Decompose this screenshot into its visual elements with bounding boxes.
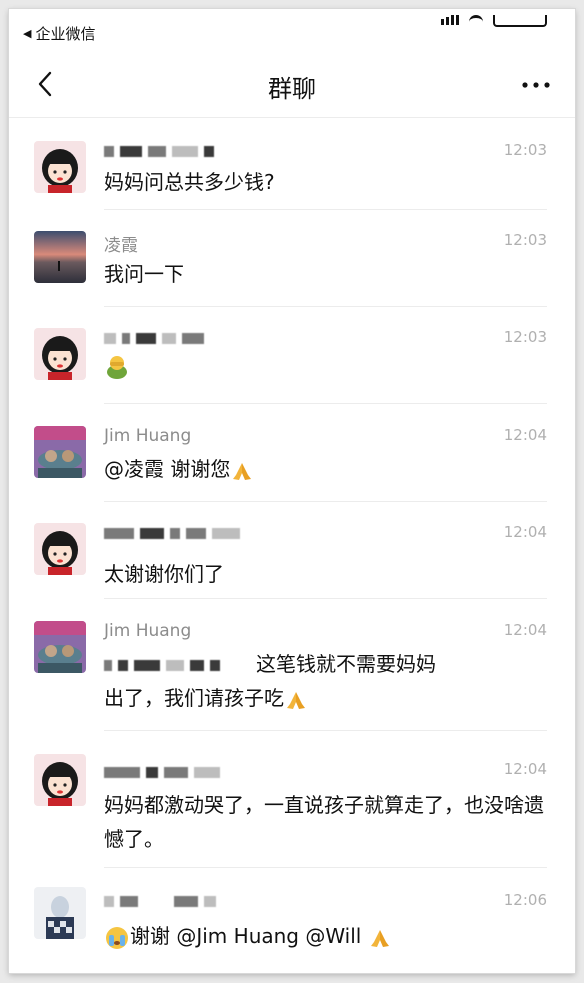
message-body: 谢谢 @Jim Huang @Will xyxy=(130,924,362,948)
message-time: 12:03 xyxy=(503,141,547,159)
message-body-line-2: 出了，我们请孩子吃 xyxy=(104,686,284,710)
pray-emoji-icon xyxy=(287,691,305,709)
redacted-block xyxy=(190,660,204,671)
sender-name xyxy=(104,523,246,543)
message-time: 12:03 xyxy=(503,328,547,346)
redacted-block xyxy=(104,145,114,157)
redacted-block xyxy=(122,332,130,344)
avatar[interactable] xyxy=(34,231,86,283)
redacted-block xyxy=(120,895,138,907)
status-bar: ◀ 企业微信 xyxy=(9,9,575,53)
divider xyxy=(104,306,547,307)
back-app-label: 企业微信 xyxy=(35,25,96,43)
signal-icon xyxy=(441,15,459,25)
redacted-block xyxy=(148,145,166,157)
avatar[interactable] xyxy=(34,621,86,673)
pray-emoji-icon xyxy=(233,462,252,480)
avatar[interactable] xyxy=(34,328,86,380)
battery-icon xyxy=(493,15,547,27)
redacted-block xyxy=(204,895,216,907)
redacted-block xyxy=(166,660,184,671)
message-text: 妈妈都激动哭了，一直说孩子就算走了，也没啥遗憾了。 xyxy=(104,793,544,851)
avatar[interactable] xyxy=(34,887,86,939)
message-text: 太谢谢你们了 xyxy=(104,562,224,586)
pray-emoji-icon xyxy=(370,929,389,947)
page-title: 群聊 xyxy=(268,75,316,103)
redacted-block xyxy=(118,660,128,671)
message-time: 12:04 xyxy=(503,621,547,639)
redacted-block xyxy=(210,660,220,671)
redacted-block xyxy=(182,332,204,344)
more-icon[interactable] xyxy=(519,71,553,99)
avatar[interactable] xyxy=(34,141,86,193)
sender-name xyxy=(104,328,210,348)
message-text: 我问一下 xyxy=(104,262,184,286)
redacted-block xyxy=(170,527,180,539)
message-line-2: 出了，我们请孩子吃 xyxy=(104,681,545,715)
divider xyxy=(104,209,547,210)
redacted-block xyxy=(120,145,142,157)
message-body-line-1: 这笔钱就不需要妈妈 xyxy=(256,652,436,676)
redacted-block xyxy=(104,766,140,778)
sender-name xyxy=(104,141,220,161)
redacted-block xyxy=(104,660,112,671)
crying-emoji-icon xyxy=(106,926,128,949)
sender-name xyxy=(104,891,222,911)
wifi-icon xyxy=(469,15,483,24)
divider xyxy=(104,598,547,599)
redacted-block xyxy=(146,766,158,778)
phone-screen: ◀ 企业微信 群聊 12:03 妈妈问总共多少钱? 凌霞 12:03 我问一下 … xyxy=(9,9,575,973)
sender-name: Jim Huang xyxy=(104,426,192,446)
redacted-block xyxy=(172,145,198,157)
avatar[interactable] xyxy=(34,426,86,478)
divider xyxy=(104,501,547,502)
message-text: @凌霞 谢谢您 xyxy=(104,452,545,486)
message-time: 12:04 xyxy=(503,523,547,541)
back-to-app-link[interactable]: ◀ 企业微信 xyxy=(23,23,95,44)
redacted-block xyxy=(174,895,198,907)
redacted-block xyxy=(136,332,156,344)
redacted-block xyxy=(134,660,160,671)
redacted-block xyxy=(104,895,114,907)
system-icons xyxy=(441,15,547,27)
avatar[interactable] xyxy=(34,754,86,806)
redacted-block xyxy=(162,332,176,344)
message-text xyxy=(104,354,545,390)
sender-name xyxy=(104,762,226,782)
avatar[interactable] xyxy=(34,523,86,575)
message-text: 谢谢 @Jim Huang @Will xyxy=(104,919,545,953)
redacted-block xyxy=(164,766,188,778)
redacted-block xyxy=(194,766,220,778)
message-text: 妈妈问总共多少钱? xyxy=(104,170,275,194)
redacted-block xyxy=(212,527,240,539)
divider xyxy=(104,730,547,731)
message-line-1: 这笔钱就不需要妈妈 xyxy=(104,647,545,681)
triangle-left-icon: ◀ xyxy=(23,27,32,40)
redacted-block xyxy=(186,527,206,539)
message-time: 12:04 xyxy=(503,426,547,444)
message-time: 12:04 xyxy=(503,760,547,778)
message-text: 这笔钱就不需要妈妈 出了，我们请孩子吃 xyxy=(104,647,545,715)
message-body: @凌霞 谢谢您 xyxy=(104,457,231,481)
redacted-block xyxy=(104,527,134,539)
sender-name: Jim Huang xyxy=(104,621,192,641)
redacted-block xyxy=(104,332,116,344)
divider xyxy=(104,867,547,868)
sender-name: 凌霞 xyxy=(104,236,138,256)
redacted-block xyxy=(204,145,214,157)
message-time: 12:06 xyxy=(503,891,547,909)
nav-bar: 群聊 xyxy=(9,53,575,118)
fist-emoji-icon xyxy=(107,356,127,379)
redacted-block xyxy=(140,527,164,539)
message-time: 12:03 xyxy=(503,231,547,249)
divider xyxy=(104,403,547,404)
